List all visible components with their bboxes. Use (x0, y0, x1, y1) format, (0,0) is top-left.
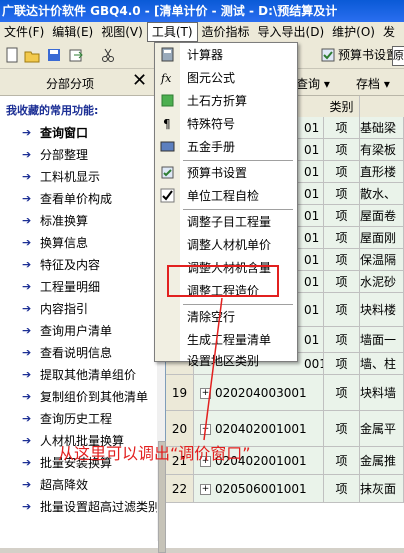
annotation-text: 从这里可以调出“调价窗口” (58, 444, 251, 463)
highlight-box (167, 265, 279, 297)
